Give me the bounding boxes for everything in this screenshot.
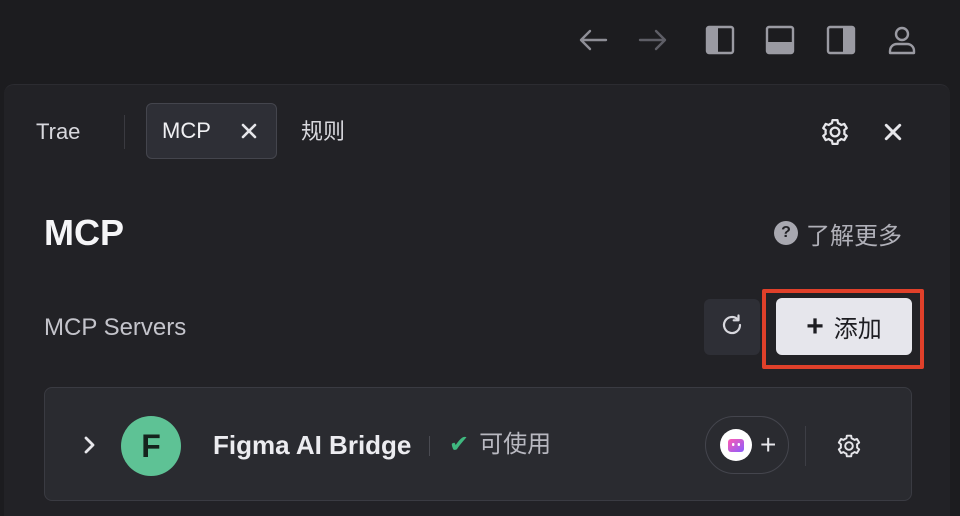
add-button-label: 添加 [833,316,882,343]
chevron-right-icon[interactable] [81,434,99,456]
help-icon: ? [774,221,798,245]
status-divider [429,436,430,456]
tab-mcp[interactable]: MCP [146,103,277,159]
close-icon[interactable] [238,120,260,142]
page-title: MCP [44,212,124,253]
arrow-right-icon[interactable] [636,22,670,58]
server-name: Figma AI Bridge [213,430,412,460]
check-icon: ✔ [449,431,470,458]
settings-gear-icon[interactable] [818,115,852,149]
server-status-label: 可使用 [479,431,552,458]
plus-icon: + [806,309,824,343]
server-avatar: F [121,416,181,476]
panel-close-icon[interactable] [877,115,909,149]
action-divider [805,426,806,466]
add-to-agent-button[interactable]: + [705,416,789,474]
refresh-button[interactable] [704,299,760,355]
server-settings-gear-icon[interactable] [833,430,865,462]
tab-mcp-label: MCP [162,118,211,143]
layout-right-icon[interactable] [824,22,858,58]
tab-rules[interactable]: 规则 [301,115,345,149]
bot-icon [720,429,752,461]
refresh-icon [720,313,744,342]
layout-left-icon[interactable] [703,22,737,58]
plus-icon: + [760,429,777,460]
server-status: ✔ 可使用 [449,428,551,462]
tab-divider [124,115,125,149]
learn-more-label: 了解更多 [806,222,902,250]
mcp-panel: Trae MCP 规则 MCP ? 了解更多 MCP Servers + 添加 … [4,84,950,516]
add-server-button[interactable]: + 添加 [776,298,912,355]
servers-section-label: MCP Servers [44,314,187,341]
learn-more-link[interactable]: ? 了解更多 [774,215,902,251]
tab-trae[interactable]: Trae [36,115,80,149]
layout-bottom-icon[interactable] [763,22,797,58]
top-toolbar [0,0,960,84]
account-icon[interactable] [885,22,919,58]
server-card[interactable]: F Figma AI Bridge ✔ 可使用 + [44,387,912,501]
arrow-left-icon[interactable] [576,22,610,58]
